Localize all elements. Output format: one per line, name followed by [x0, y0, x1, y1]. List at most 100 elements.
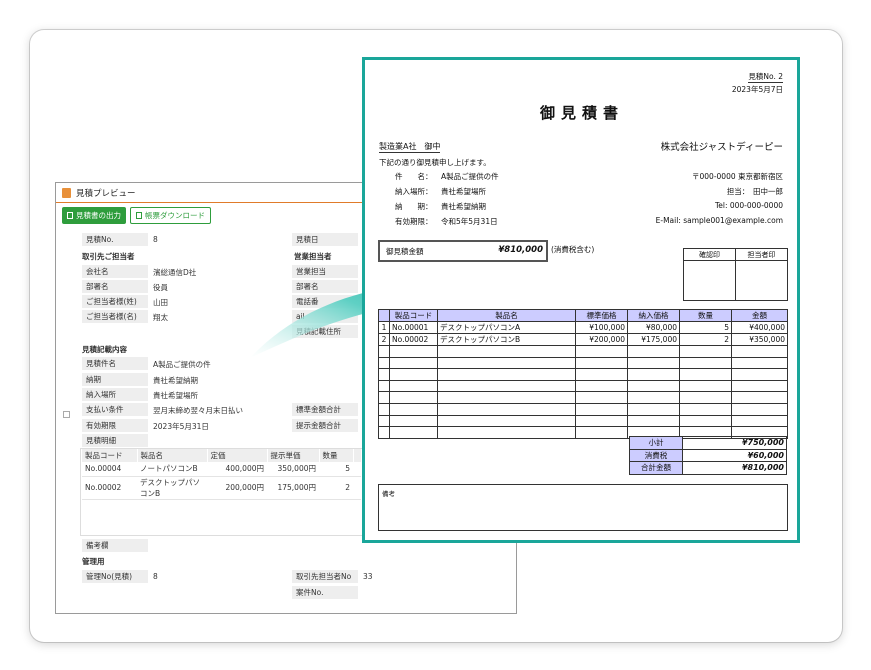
doc-intro: 下記の通り御見積申し上げます。 — [379, 158, 491, 167]
first-name-label: ご担当者様(名) — [82, 310, 148, 323]
cell-price — [627, 368, 680, 381]
tax-value: ¥60,000 — [682, 448, 787, 462]
cell-no — [378, 426, 390, 439]
cell-amount — [731, 345, 788, 358]
item-offer-price: 175,000円 — [267, 476, 319, 500]
grand-value: ¥810,000 — [682, 461, 787, 475]
cell-amount: ¥350,000 — [731, 333, 788, 346]
cell-name — [437, 345, 576, 358]
file-icon — [67, 212, 73, 219]
cell-no — [378, 356, 390, 370]
offer-total-label: 提示金額合計 — [292, 419, 358, 432]
cell-code — [389, 379, 438, 393]
table-row — [378, 402, 788, 416]
ph-std: 標準価格 — [575, 309, 628, 322]
item-code: No.00002 — [82, 476, 137, 500]
cell-name — [437, 414, 576, 428]
table-row[interactable]: No.00004 ノートパソコンB 400,000円 350,000円 5 — [82, 462, 361, 477]
document-icon — [62, 187, 71, 198]
table-row — [378, 414, 788, 428]
ph-code: 製品コード — [389, 309, 438, 322]
estimate-no-value: 8 — [153, 235, 158, 244]
output-estimate-button[interactable]: 見積書の出力 — [62, 207, 126, 224]
remarks-label: 備考 — [382, 490, 395, 498]
cell-std — [575, 356, 628, 370]
subtotal-value: ¥750,000 — [682, 436, 787, 450]
doc-valid-label: 有効期限： — [395, 217, 433, 226]
table-row: 1 No.00001 デスクトップパソコンA ¥100,000 ¥80,000 5 ¥400… — [378, 321, 788, 334]
cell-code: No.00001 — [389, 321, 438, 334]
cell-no — [378, 379, 390, 393]
client-section-heading: 取引先ご担当者 — [82, 252, 135, 261]
download-form-label: 帳票ダウンロード — [145, 211, 205, 220]
cell-no: 1 — [378, 321, 390, 334]
item-list-price: 200,000円 — [207, 476, 267, 500]
cell-no — [378, 402, 390, 416]
ph-qty: 数量 — [679, 309, 732, 322]
cell-qty — [679, 345, 732, 358]
subtotal-label: 小計 — [629, 436, 683, 450]
items-header-name: 製品名 — [137, 449, 208, 462]
doc-date: 2023年5月7日 — [731, 85, 783, 94]
client-no-value: 33 — [363, 572, 373, 581]
total-label: 御見積金額 — [386, 247, 424, 256]
detail-section-heading: 見積記載内容 — [82, 345, 127, 354]
cell-std — [575, 379, 628, 393]
cell-no — [378, 345, 390, 358]
doc-tel: Tel: 000-000-0000 — [714, 201, 783, 210]
cell-no — [378, 368, 390, 381]
cell-amount — [731, 356, 788, 370]
table-row — [378, 368, 788, 381]
cell-name — [437, 391, 576, 404]
doc-subject-label: 件 名： — [395, 172, 433, 181]
cell-code — [389, 402, 438, 416]
company-label: 会社名 — [82, 265, 148, 278]
std-total-label: 標準金額合計 — [292, 403, 358, 416]
doc-valid: 令和5年5月31日 — [441, 217, 498, 226]
last-name-label: ご担当者様(姓) — [82, 295, 148, 308]
product-header-row: 製品コード 製品名 標準価格 納入価格 数量 金額 — [378, 309, 788, 322]
cell-std: ¥200,000 — [575, 333, 628, 346]
subtotal-row: 小計 ¥750,000 — [629, 436, 787, 450]
cell-std — [575, 345, 628, 358]
cell-std — [575, 402, 628, 416]
stamp-person-cell — [735, 260, 788, 301]
cell-code — [389, 391, 438, 404]
cell-name — [437, 379, 576, 393]
item-qty: 2 — [319, 476, 353, 500]
doc-deadline: 貴社希望納期 — [441, 202, 486, 211]
row-checkbox[interactable] — [63, 411, 70, 418]
cell-qty: 5 — [679, 321, 732, 334]
cell-code — [389, 356, 438, 370]
download-form-button[interactable]: 帳票ダウンロード — [130, 207, 211, 224]
cell-amount: ¥400,000 — [731, 321, 788, 334]
cell-price — [627, 356, 680, 370]
table-row[interactable]: No.00002 デスクトップパソコンB 200,000円 175,000円 2 — [82, 476, 361, 500]
cell-amount — [731, 414, 788, 428]
cell-no — [378, 391, 390, 404]
dept-label: 部署名 — [82, 280, 148, 293]
cell-price — [627, 402, 680, 416]
stamp-person-label: 担当者印 — [735, 248, 788, 261]
cell-qty: 2 — [679, 333, 732, 346]
estimate-document: 見積No. 2 2023年5月7日 御見積書 製造業A社 御中 株式会社ジャスト… — [362, 57, 800, 543]
cell-std — [575, 414, 628, 428]
output-estimate-label: 見積書の出力 — [76, 211, 121, 220]
cell-amount — [731, 402, 788, 416]
cell-price — [627, 391, 680, 404]
subject-label: 見積件名 — [82, 357, 148, 370]
item-offer-price: 350,000円 — [267, 462, 319, 477]
items-label: 見積明細 — [82, 434, 148, 447]
estimate-no-label: 見積No. — [82, 233, 148, 246]
items-header-offer: 提示単価 — [267, 449, 320, 462]
case-no-label: 案件No. — [292, 586, 358, 599]
doc-title: 御見積書 — [540, 104, 625, 122]
doc-subject: A製品ご提供の件 — [441, 172, 499, 181]
memo-label: 備考欄 — [82, 539, 148, 552]
cell-name — [437, 356, 576, 370]
item-name: デスクトップパソコンB — [137, 476, 207, 500]
cell-price — [627, 345, 680, 358]
cell-name — [437, 368, 576, 381]
tax-row: 消費税 ¥60,000 — [629, 448, 787, 462]
item-qty: 5 — [319, 462, 353, 477]
